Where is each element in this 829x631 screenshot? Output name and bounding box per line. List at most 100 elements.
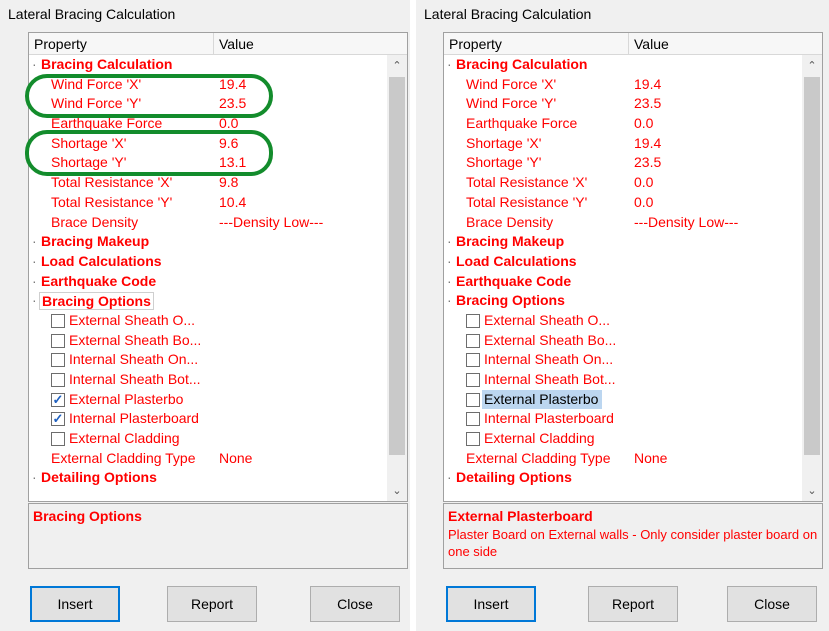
checkbox-icon[interactable] [466,313,480,328]
header-value[interactable]: Value [219,36,254,52]
checkbox-row[interactable]: External Cladding [29,429,387,449]
property-value[interactable]: None [634,449,667,469]
property-row[interactable]: Shortage 'Y' 23.5 [444,153,802,173]
checkbox-row[interactable]: Internal Sheath Bot... [29,370,387,390]
property-row[interactable]: Wind Force 'Y' 23.5 [444,94,802,114]
checkbox-icon[interactable] [51,373,65,387]
property-row[interactable]: Shortage 'X' 9.6 [29,134,387,154]
property-row[interactable]: Total Resistance 'Y' 0.0 [444,193,802,213]
checkbox-icon[interactable]: ✓ [51,412,65,427]
expand-icon[interactable]: · [447,291,452,311]
property-value[interactable]: ---Density Low--- [634,213,738,233]
property-grid[interactable]: Property Value · Bracing Calculation Wind … [28,32,408,502]
property-value[interactable]: 0.0 [634,114,653,134]
category-row[interactable]: · Bracing Makeup [444,232,802,252]
expand-icon[interactable]: · [447,55,452,75]
expand-icon[interactable]: · [32,252,37,272]
checkbox-icon[interactable] [51,432,65,447]
property-row[interactable]: External Cladding Type None [29,449,387,469]
property-value[interactable]: None [219,449,252,469]
expand-icon[interactable]: · [447,232,452,252]
category-row[interactable]: · Bracing Calculation [29,55,387,75]
property-row[interactable]: Total Resistance 'X' 9.8 [29,173,387,193]
property-row[interactable]: Earthquake Force 0.0 [29,114,387,134]
category-row[interactable]: · Earthquake Code [444,272,802,292]
property-value[interactable]: 0.0 [634,173,653,193]
checkbox-icon[interactable] [51,353,65,368]
expand-icon[interactable]: · [32,468,37,488]
checkbox-row[interactable]: ✓ Internal Plasterboard [29,409,387,429]
insert-button[interactable]: Insert [446,586,536,622]
property-row[interactable]: Total Resistance 'X' 0.0 [444,173,802,193]
property-value[interactable]: 23.5 [219,94,246,114]
checkbox-row[interactable]: External Sheath O... [444,311,802,331]
checkbox-icon[interactable] [51,313,65,328]
property-value[interactable]: 23.5 [634,94,661,114]
category-row[interactable]: · Load Calculations [444,252,802,272]
category-row[interactable]: · Detailing Options [444,468,802,488]
category-row[interactable]: · Bracing Makeup [29,232,387,252]
property-value[interactable]: 19.4 [634,75,661,95]
property-value[interactable]: 0.0 [219,114,238,134]
checkbox-row[interactable]: Internal Plasterboard [444,409,802,429]
property-value[interactable]: 9.6 [219,134,238,154]
property-row[interactable]: Wind Force 'X' 19.4 [444,75,802,95]
header-value[interactable]: Value [634,36,669,52]
checkbox-row[interactable]: External Sheath Bo... [444,331,802,351]
category-row[interactable]: · Load Calculations [29,252,387,272]
checkbox-icon[interactable]: ✓ [51,392,65,407]
chevron-down-icon[interactable]: ⌄ [387,484,407,497]
property-row[interactable]: Total Resistance 'Y' 10.4 [29,193,387,213]
checkbox-row[interactable]: External Sheath O... [29,311,387,331]
close-button[interactable]: Close [727,586,817,622]
category-row[interactable]: · Earthquake Code [29,272,387,292]
property-row[interactable]: Wind Force 'X' 19.4 [29,75,387,95]
checkbox-icon[interactable] [466,353,480,368]
scrollbar-thumb[interactable] [389,77,405,455]
expand-icon[interactable]: · [447,468,452,488]
expand-icon[interactable]: · [32,272,37,292]
checkbox-row[interactable]: External Cladding [444,429,802,449]
category-row[interactable]: · Bracing Options [29,291,387,311]
checkbox-row[interactable]: Internal Sheath On... [444,350,802,370]
property-row[interactable]: Brace Density ---Density Low--- [444,213,802,233]
report-button[interactable]: Report [167,586,257,622]
property-value[interactable]: 19.4 [219,75,246,95]
property-row[interactable]: Shortage 'Y' 13.1 [29,153,387,173]
checkbox-icon[interactable] [466,392,480,407]
property-row[interactable]: External Cladding Type None [444,449,802,469]
property-value[interactable]: ---Density Low--- [219,213,323,233]
scrollbar-thumb[interactable] [804,77,820,455]
checkbox-row[interactable]: External Sheath Bo... [29,331,387,351]
property-value[interactable]: 13.1 [219,153,246,173]
checkbox-icon[interactable] [466,373,480,387]
checkbox-icon[interactable] [466,432,480,447]
checkbox-row[interactable]: Internal Sheath On... [29,350,387,370]
category-row[interactable]: · Bracing Calculation [444,55,802,75]
vertical-scrollbar[interactable]: ⌃ ⌄ [802,55,822,501]
header-property[interactable]: Property [34,36,87,52]
property-value[interactable]: 9.8 [219,173,238,193]
close-button[interactable]: Close [310,586,400,622]
category-row[interactable]: · Detailing Options [29,468,387,488]
checkbox-row[interactable]: Internal Sheath Bot... [444,370,802,390]
property-value[interactable]: 10.4 [219,193,246,213]
checkbox-icon[interactable] [51,333,65,348]
vertical-scrollbar[interactable]: ⌃ ⌄ [387,55,407,501]
expand-icon[interactable]: · [447,272,452,292]
header-divider[interactable] [628,33,629,55]
checkbox-icon[interactable] [466,412,480,427]
property-value[interactable]: 0.0 [634,193,653,213]
checkbox-row[interactable]: ✓ External Plasterbo [29,390,387,410]
property-row[interactable]: Wind Force 'Y' 23.5 [29,94,387,114]
expand-icon[interactable]: · [447,252,452,272]
header-divider[interactable] [213,33,214,55]
chevron-up-icon[interactable]: ⌃ [387,59,407,72]
insert-button[interactable]: Insert [30,586,120,622]
chevron-up-icon[interactable]: ⌃ [802,59,822,72]
property-value[interactable]: 23.5 [634,153,661,173]
property-value[interactable]: 19.4 [634,134,661,154]
expand-icon[interactable]: · [32,291,37,311]
report-button[interactable]: Report [588,586,678,622]
chevron-down-icon[interactable]: ⌄ [802,484,822,497]
